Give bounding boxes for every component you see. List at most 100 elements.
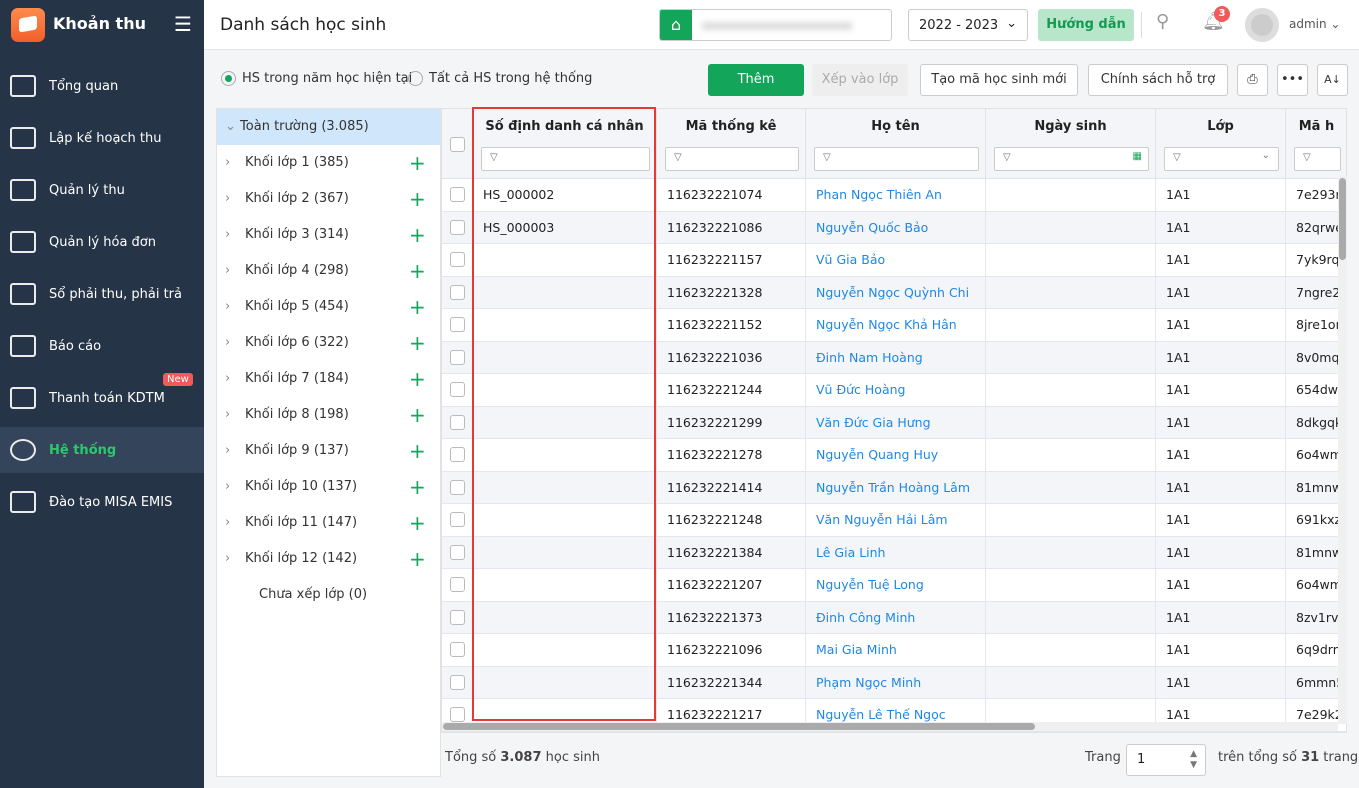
row-checkbox[interactable] (442, 309, 473, 341)
row-checkbox[interactable] (442, 276, 473, 308)
user-menu[interactable]: admin ⌄ (1289, 17, 1340, 31)
cell[interactable]: Mai Gia Minh (806, 634, 986, 666)
tree-item[interactable]: › Khối lớp 9 (137) + (217, 433, 440, 469)
calendar-icon[interactable]: ▦ (1133, 151, 1142, 162)
cell[interactable]: Đinh Công Minh (806, 601, 986, 633)
tree-item[interactable]: › Khối lớp 10 (137) + (217, 469, 440, 505)
search-analytics-icon[interactable]: ⚲ (1156, 11, 1169, 32)
cell[interactable]: Nguyễn Tuệ Long (806, 569, 986, 601)
row-checkbox[interactable] (442, 504, 473, 536)
table-row[interactable]: 116232221248 Văn Nguyễn Hải Lâm 1A1 691kxzv (442, 504, 1346, 537)
row-checkbox[interactable] (442, 341, 473, 373)
cell[interactable]: Phạm Ngọc Minh (806, 666, 986, 698)
table-row[interactable]: 116232221384 Lê Gia Linh 1A1 81mnw (442, 536, 1346, 569)
sidebar-item[interactable]: Lập kế hoạch thu (0, 115, 204, 161)
row-checkbox[interactable] (442, 601, 473, 633)
add-icon[interactable]: + (409, 469, 426, 505)
tree-item[interactable]: › Khối lớp 2 (367) + (217, 181, 440, 217)
table-row[interactable]: 116232221344 Phạm Ngọc Minh 1A1 6mmn5 (442, 666, 1346, 699)
cell[interactable]: Văn Nguyễn Hải Lâm (806, 504, 986, 536)
add-icon[interactable]: + (409, 541, 426, 577)
chevron-right-icon[interactable]: › (225, 145, 230, 181)
sidebar-item[interactable]: Hệ thống (0, 427, 204, 473)
chevron-right-icon[interactable]: › (225, 253, 230, 289)
tree-item[interactable]: › Khối lớp 7 (184) + (217, 361, 440, 397)
chevron-right-icon[interactable]: › (225, 289, 230, 325)
add-icon[interactable]: + (409, 289, 426, 325)
school-selector[interactable]: ⌂ (659, 9, 892, 41)
table-row[interactable]: 116232221152 Nguyễn Ngọc Khả Hân 1A1 8jre1o… (442, 309, 1346, 342)
column-filter-input[interactable]: ▽ (1294, 147, 1341, 171)
column-header[interactable]: Số định danh cá nhân ▽ (473, 109, 657, 179)
sidebar-item[interactable]: Sổ phải thu, phải trả (0, 271, 204, 317)
tree-item[interactable]: › Khối lớp 8 (198) + (217, 397, 440, 433)
chevron-right-icon[interactable]: › (225, 397, 230, 433)
more-icon[interactable]: ••• (1277, 64, 1308, 96)
table-row[interactable]: 116232221096 Mai Gia Minh 1A1 6q9drm (442, 634, 1346, 667)
tree-item[interactable]: › Khối lớp 6 (322) + (217, 325, 440, 361)
add-icon[interactable]: + (409, 433, 426, 469)
cell[interactable]: Nguyễn Ngọc Khả Hân (806, 309, 986, 341)
table-row[interactable]: 116232221278 Nguyễn Quang Huy 1A1 6o4wm (442, 439, 1346, 472)
add-button[interactable]: Thêm (708, 64, 804, 96)
avatar[interactable] (1245, 8, 1279, 42)
add-icon[interactable]: + (409, 505, 426, 541)
sidebar-item[interactable]: Báo cáo (0, 323, 204, 369)
page-input[interactable]: 1 ▲ ▼ (1126, 744, 1206, 776)
column-header[interactable]: Mã thống kê ▽ (657, 109, 806, 179)
cell[interactable]: Nguyễn Ngọc Quỳnh Chi (806, 276, 986, 308)
chevron-right-icon[interactable]: › (225, 361, 230, 397)
column-filter-input[interactable]: ▽ (481, 147, 650, 171)
column-filter-input[interactable]: ▽ ▦ (994, 147, 1149, 171)
cell[interactable]: Đinh Nam Hoàng (806, 341, 986, 373)
table-row[interactable]: 116232221244 Vũ Đức Hoàng 1A1 654dwz (442, 374, 1346, 407)
tree-item[interactable]: › Khối lớp 12 (142) + (217, 541, 440, 577)
row-checkbox[interactable] (442, 406, 473, 438)
sidebar-item[interactable]: Quản lý hóa đơn (0, 219, 204, 265)
row-checkbox[interactable] (442, 179, 473, 211)
school-year-select[interactable]: 2022 - 2023 ⌄ (908, 9, 1028, 41)
add-icon[interactable]: + (409, 145, 426, 181)
chevron-right-icon[interactable]: › (225, 217, 230, 253)
guide-button[interactable]: Hướng dẫn (1038, 9, 1134, 41)
chevron-right-icon[interactable]: › (225, 181, 230, 217)
table-row[interactable]: 116232221414 Nguyễn Trần Hoàng Lâm 1A1 81mn… (442, 471, 1346, 504)
sort-az-icon[interactable]: A↓ (1317, 64, 1348, 96)
cell[interactable]: Nguyễn Quang Huy (806, 439, 986, 471)
row-checkbox[interactable] (442, 634, 473, 666)
tree-item[interactable]: › Khối lớp 4 (298) + (217, 253, 440, 289)
cell[interactable]: Nguyễn Quốc Bảo (806, 211, 986, 243)
table-row[interactable]: 116232221328 Nguyễn Ngọc Quỳnh Chi 1A1 7ngr… (442, 276, 1346, 309)
chevron-right-icon[interactable]: › (225, 469, 230, 505)
menu-toggle-icon[interactable]: ☰ (174, 12, 192, 36)
row-checkbox[interactable] (442, 374, 473, 406)
row-checkbox[interactable] (442, 536, 473, 568)
tree-item[interactable]: › Khối lớp 1 (385) + (217, 145, 440, 181)
select-all-checkbox[interactable] (442, 109, 473, 179)
print-icon[interactable]: ⎙ (1237, 64, 1268, 96)
add-icon[interactable]: + (409, 397, 426, 433)
add-icon[interactable]: + (409, 217, 426, 253)
cell[interactable]: Vũ Đức Hoàng (806, 374, 986, 406)
column-header[interactable]: Lớp ▽ ⌄ (1156, 109, 1286, 179)
table-row[interactable]: 116232221036 Đinh Nam Hoàng 1A1 8v0mq2 (442, 341, 1346, 374)
sidebar-item[interactable]: Thanh toán KDTM New (0, 373, 204, 421)
tree-item[interactable]: › Khối lớp 11 (147) + (217, 505, 440, 541)
table-row[interactable]: HS_000003 116232221086 Nguyễn Quốc Bảo 1A1 8… (442, 211, 1346, 244)
column-header[interactable]: Họ tên ▽ (806, 109, 986, 179)
radio-all-students[interactable]: Tất cả HS trong hệ thống (408, 71, 592, 86)
assign-class-button[interactable]: Xếp vào lớp (812, 64, 908, 96)
sidebar-item[interactable]: Tổng quan (0, 63, 204, 109)
table-row[interactable]: 116232221207 Nguyễn Tuệ Long 1A1 6o4wm (442, 569, 1346, 602)
horizontal-scrollbar[interactable] (442, 722, 1338, 731)
add-icon[interactable]: + (409, 325, 426, 361)
chevron-right-icon[interactable]: › (225, 433, 230, 469)
chevron-right-icon[interactable]: › (225, 541, 230, 577)
column-filter-input[interactable]: ▽ ⌄ (1164, 147, 1279, 171)
vertical-scrollbar[interactable] (1338, 176, 1347, 724)
sidebar-item[interactable]: Quản lý thu (0, 167, 204, 213)
row-checkbox[interactable] (442, 244, 473, 276)
column-filter-input[interactable]: ▽ (665, 147, 799, 171)
radio-current-year[interactable]: HS trong năm học hiện tại (221, 71, 412, 86)
tree-item[interactable]: › Khối lớp 3 (314) + (217, 217, 440, 253)
